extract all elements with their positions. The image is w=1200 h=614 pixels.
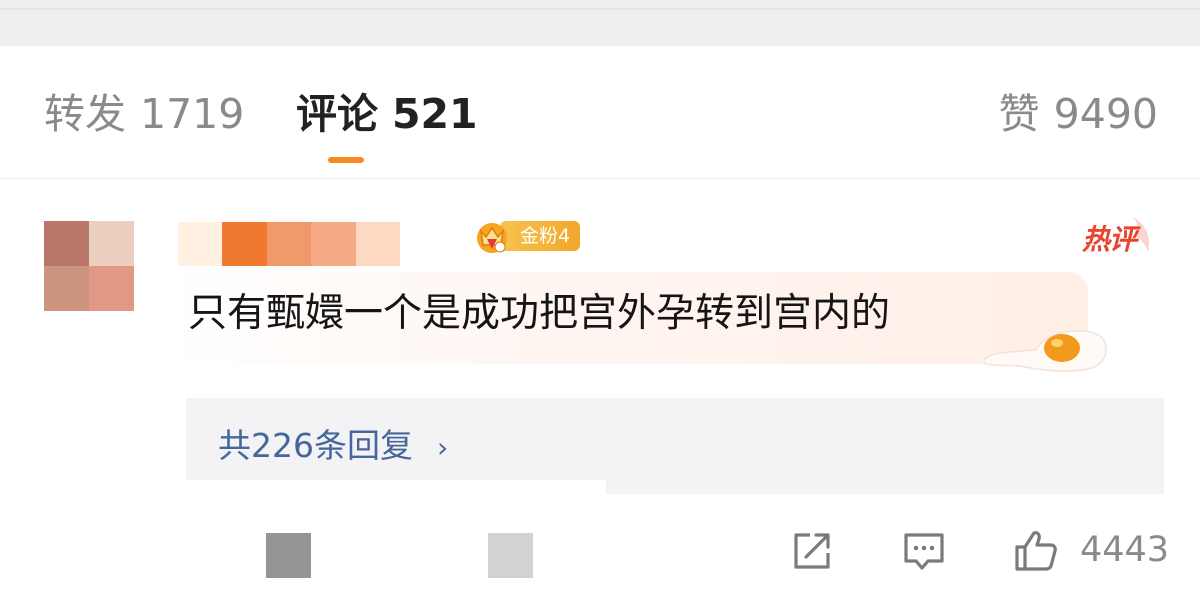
fan-badge-label: 金粉4 xyxy=(500,221,580,251)
username-pixel xyxy=(311,222,356,266)
comment-bubble-icon[interactable] xyxy=(900,527,948,575)
tab-divider xyxy=(0,178,1200,179)
top-separator xyxy=(0,0,1200,46)
hot-comment-tag: 热评 xyxy=(1082,212,1156,258)
avatar-pixel xyxy=(44,221,89,266)
username-pixel xyxy=(355,222,401,266)
active-tab-indicator xyxy=(328,157,364,163)
username-redacted[interactable] xyxy=(178,222,401,266)
thumbs-up-icon[interactable] xyxy=(1012,527,1060,575)
username-pixel xyxy=(222,222,267,266)
tab-likes-label: 赞 xyxy=(998,90,1040,138)
fried-egg-icon xyxy=(983,329,1107,372)
redacted-block xyxy=(488,533,533,578)
tab-forward-label: 转发 xyxy=(44,90,126,138)
chevron-right-icon: › xyxy=(437,431,449,464)
redacted-block xyxy=(266,533,311,578)
tab-likes[interactable]: 赞 9490 xyxy=(999,88,1158,140)
tab-comments[interactable]: 评论 521 xyxy=(296,88,478,140)
avatar-pixel xyxy=(89,221,134,266)
tab-forward-count: 1719 xyxy=(140,90,245,138)
replies-panel[interactable]: 共226条回复 › xyxy=(186,398,1164,494)
replies-mask xyxy=(186,480,606,494)
tab-forward[interactable]: 转发 1719 xyxy=(44,88,244,140)
tab-likes-count: 9490 xyxy=(1053,90,1158,138)
like-count: 4443 xyxy=(1080,530,1170,570)
avatar[interactable] xyxy=(44,221,134,311)
tab-comments-count: 521 xyxy=(392,90,478,138)
tab-comments-label: 评论 xyxy=(296,90,378,138)
replies-count-label: 共226条回复 xyxy=(218,426,413,465)
view-replies-link[interactable]: 共226条回复 › xyxy=(218,424,448,470)
fan-badge[interactable]: 金粉4 xyxy=(472,217,582,253)
share-square-icon[interactable] xyxy=(788,527,836,575)
avatar-pixel xyxy=(89,266,134,311)
hot-comment-label: 热评 xyxy=(1082,223,1137,256)
crown-icon xyxy=(477,223,507,253)
avatar-pixel xyxy=(44,266,89,311)
username-pixel xyxy=(178,222,223,266)
comment-text[interactable]: 只有甄嬛一个是成功把宫外孕转到宫内的 xyxy=(188,290,890,338)
username-pixel xyxy=(266,222,312,266)
